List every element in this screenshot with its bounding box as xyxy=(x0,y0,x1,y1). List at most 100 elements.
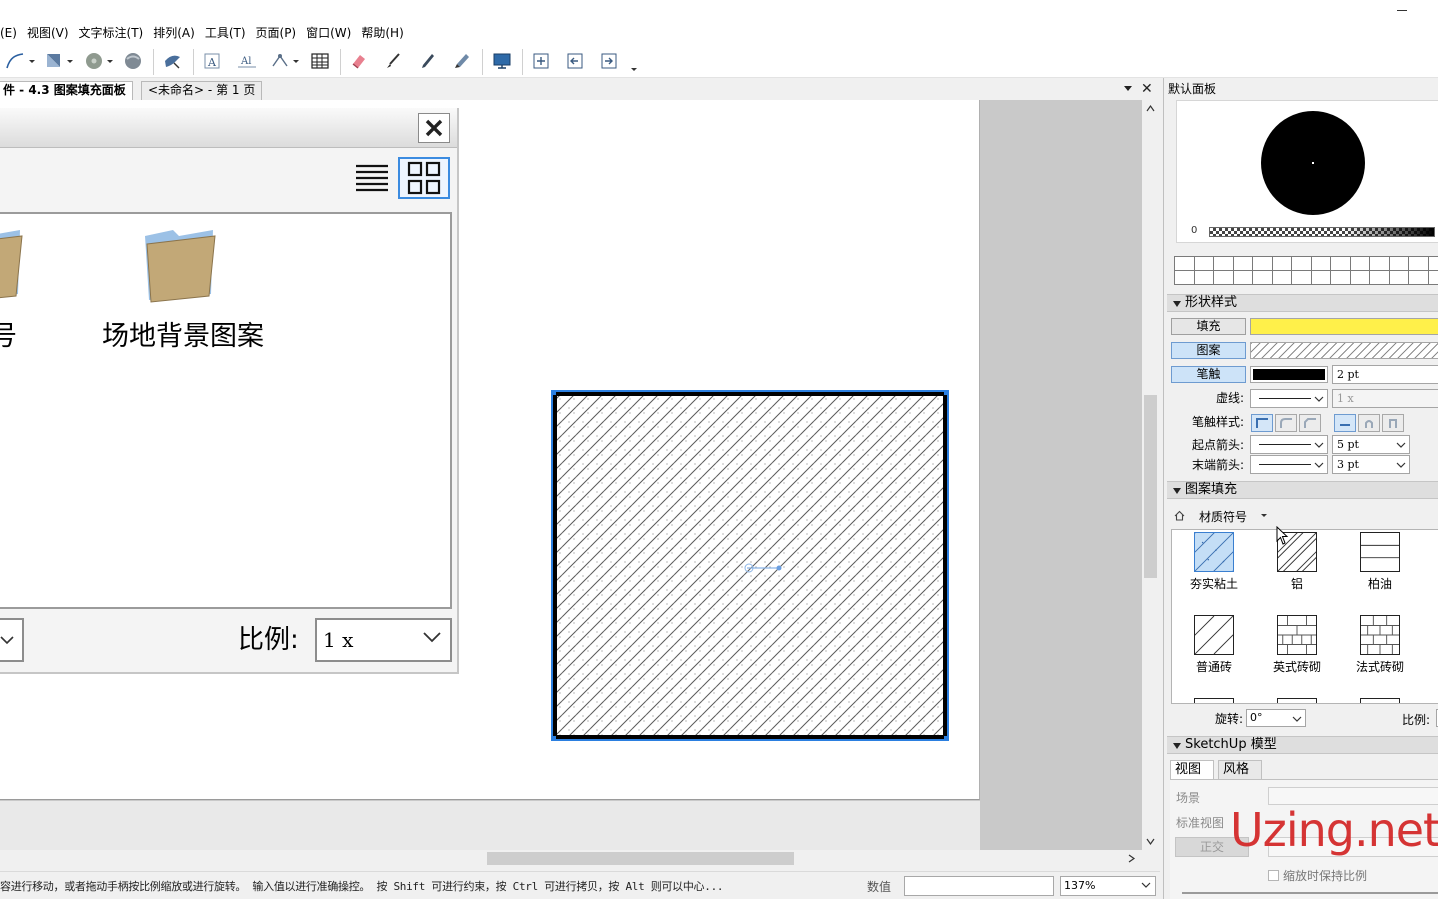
pattern-button[interactable]: 图案 xyxy=(1171,342,1246,359)
pattern-item-partial[interactable] xyxy=(1343,698,1415,703)
menu-help[interactable]: 帮助(H) xyxy=(356,23,408,43)
text-frame-button[interactable]: Al xyxy=(236,50,258,72)
eyedropper-button[interactable] xyxy=(162,50,184,72)
color-preview-disc[interactable] xyxy=(1261,111,1365,215)
page-footer-area xyxy=(0,801,980,850)
end-arrow-select[interactable] xyxy=(1250,455,1328,474)
stroke-width-field[interactable]: 2 pt xyxy=(1332,365,1438,384)
horizontal-scrollbar[interactable] xyxy=(0,850,1142,867)
zoom-select[interactable]: 137% xyxy=(1060,876,1156,896)
color-swatch-grid[interactable] xyxy=(1174,256,1438,286)
fill-button[interactable]: 填充 xyxy=(1171,318,1246,335)
dash-select[interactable] xyxy=(1250,389,1328,408)
rotation-select[interactable]: 0° xyxy=(1246,709,1306,727)
toolbar-separator xyxy=(153,49,154,75)
pen-button[interactable] xyxy=(418,50,438,72)
color-disc-icon xyxy=(86,53,102,69)
pattern-item-partial[interactable] xyxy=(1177,698,1249,703)
pattern-item-asphalt[interactable]: 柏油 xyxy=(1343,532,1415,602)
pattern-preview-bar[interactable] xyxy=(1250,342,1438,359)
pattern-ratio-label: 比例: xyxy=(1402,713,1431,727)
menu-edit[interactable]: (E) xyxy=(0,23,22,43)
tab-pattern-fill-panel[interactable]: 件 - 4.3 图案填充面板 xyxy=(0,81,133,100)
pattern-swatch xyxy=(1277,615,1317,655)
dash-scale-field[interactable]: 1 x xyxy=(1332,389,1438,408)
fill-tool-button[interactable] xyxy=(44,50,73,72)
pattern-fill-header[interactable]: 图案填充 xyxy=(1167,481,1438,499)
folder-item-site-background[interactable]: 场地背景图案 xyxy=(93,224,273,354)
pattern-item-flemish-bond[interactable]: 法式砖砌 xyxy=(1343,615,1415,685)
insert-page-button[interactable] xyxy=(531,50,551,72)
pattern-swatch xyxy=(1360,615,1400,655)
shape-style-header[interactable]: 形状样式 xyxy=(1167,294,1438,312)
scroll-down-icon[interactable] xyxy=(1146,837,1155,846)
start-arrow-size-select[interactable]: 5 pt xyxy=(1332,435,1410,454)
vertical-scrollbar[interactable] xyxy=(1142,100,1159,850)
pen-tool-button[interactable] xyxy=(4,50,35,72)
pattern-item-aluminum[interactable]: 铝 xyxy=(1260,532,1332,602)
status-hint-text: 容进行移动，或者拖动手柄按比例缩放或进行旋转。 输入值以进行准确操控。 按 Sh… xyxy=(0,880,724,893)
scroll-right-icon[interactable] xyxy=(1127,854,1136,863)
join-bevel-button[interactable] xyxy=(1299,414,1321,432)
category-select[interactable] xyxy=(0,618,24,662)
value-input[interactable] xyxy=(904,876,1054,896)
flip-tool-icon xyxy=(272,54,288,67)
tab-untitled-page-1[interactable]: <未命名> - 第 1 页 xyxy=(141,81,263,100)
pattern-pen-button[interactable] xyxy=(452,50,472,72)
pattern-item-rammed-clay[interactable]: 夯实粘土 xyxy=(1177,532,1249,602)
material-button[interactable] xyxy=(123,50,143,72)
end-arrow-size-select[interactable]: 3 pt xyxy=(1332,455,1410,474)
stroke-color-bar[interactable] xyxy=(1250,366,1328,383)
selected-rectangle-shape[interactable] xyxy=(551,390,949,741)
rotation-value: 0° xyxy=(1250,711,1263,724)
home-icon[interactable] xyxy=(1174,510,1185,521)
start-arrow-select[interactable] xyxy=(1250,435,1328,454)
vertical-scroll-thumb[interactable] xyxy=(1144,395,1157,578)
text-tool-button[interactable]: A xyxy=(202,50,222,72)
scroll-up-icon[interactable] xyxy=(1146,104,1155,113)
list-view-button[interactable] xyxy=(352,158,392,198)
scale-select[interactable]: 1 x xyxy=(315,618,452,662)
eraser-button[interactable] xyxy=(349,50,369,72)
fill-color-bar[interactable] xyxy=(1250,318,1438,335)
page-sheet[interactable]: 符号 场地背景图案 比例: 1 x xyxy=(0,100,980,800)
cap-butt-button[interactable] xyxy=(1334,414,1356,432)
horizontal-scroll-thumb[interactable] xyxy=(487,852,794,865)
color-button[interactable] xyxy=(84,50,113,72)
menu-page[interactable]: 页面(P) xyxy=(251,23,302,43)
checkbox-box[interactable] xyxy=(1268,870,1279,881)
close-document-icon[interactable]: ✕ xyxy=(1141,81,1153,97)
join-round-button[interactable] xyxy=(1275,414,1297,432)
dialog-close-button[interactable] xyxy=(418,113,450,143)
pattern-item-partial[interactable] xyxy=(1260,698,1332,703)
prev-page-button[interactable] xyxy=(565,50,585,72)
join-miter-button[interactable] xyxy=(1251,414,1273,432)
folder-item-symbols[interactable]: 符号 xyxy=(0,224,80,354)
menu-window[interactable]: 窗口(W) xyxy=(301,23,356,43)
minimize-window-button[interactable] xyxy=(1394,2,1410,18)
flip-tool-button[interactable] xyxy=(270,50,299,72)
eye-dropper-bird-icon xyxy=(165,55,180,69)
grid-view-button[interactable] xyxy=(398,157,450,199)
cap-round-button[interactable] xyxy=(1358,414,1380,432)
canvas-area[interactable]: 符号 场地背景图案 比例: 1 x xyxy=(0,100,1142,850)
stroke-button[interactable]: 笔触 xyxy=(1171,366,1246,383)
menu-tools[interactable]: 工具(T) xyxy=(200,23,251,43)
cap-square-button[interactable] xyxy=(1382,414,1404,432)
tab-list-dropdown-icon[interactable] xyxy=(1124,86,1132,91)
opacity-slider[interactable] xyxy=(1209,227,1435,237)
tab-style[interactable]: 风格 xyxy=(1218,760,1262,780)
keep-ratio-checkbox[interactable]: 缩放时保持比例 xyxy=(1268,867,1367,884)
menu-text[interactable]: 文字标注(T) xyxy=(74,23,149,43)
tab-view[interactable]: 视图 xyxy=(1170,760,1214,780)
menu-view[interactable]: 视图(V) xyxy=(22,23,74,43)
menu-arrange[interactable]: 排列(A) xyxy=(148,23,200,43)
pattern-item-english-bond[interactable]: 英式砖砌 xyxy=(1260,615,1332,685)
pattern-item-common-brick[interactable]: 普通砖 xyxy=(1177,615,1249,685)
presentation-button[interactable] xyxy=(492,50,512,72)
toolbar-overflow-button[interactable] xyxy=(628,64,637,74)
sketchup-model-header[interactable]: SketchUp 模型 xyxy=(1167,736,1438,754)
brush-button[interactable] xyxy=(384,50,404,72)
table-tool-button[interactable] xyxy=(310,50,330,72)
next-page-button[interactable] xyxy=(599,50,619,72)
